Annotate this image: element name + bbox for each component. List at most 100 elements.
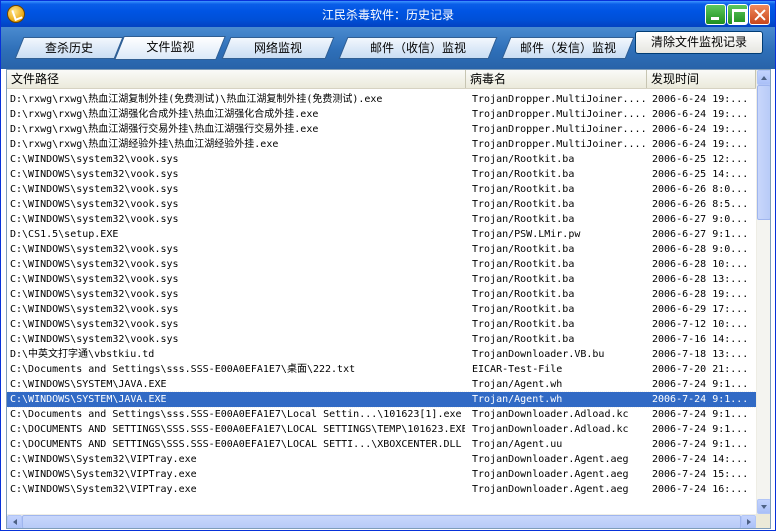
- table-row[interactable]: D:\rxwg\rxwg\热血江湖强行交易外挂\热血江湖强行交易外挂.exe Tr…: [7, 122, 756, 137]
- table-row[interactable]: C:\WINDOWS\System32\VIPTray.exe TrojanDow…: [7, 452, 756, 467]
- file-path-cell: C:\WINDOWS\system32\vook.sys: [10, 259, 179, 270]
- table-row[interactable]: C:\WINDOWS\system32\vook.sys Trojan/Rootk…: [7, 167, 756, 182]
- history-window: 江民杀毒软件：历史记录 查杀历史 文件监视 网络监视 邮件（收信）监视 邮件（发…: [0, 0, 776, 531]
- found-time-cell: 2006-7-24 9:1...: [652, 424, 749, 435]
- virus-name-cell: TrojanDownloader.Adload.kc: [472, 424, 629, 435]
- virus-name-cell: Trojan/Rootkit.ba: [472, 199, 575, 210]
- tab-label: 网络监视: [253, 41, 302, 55]
- virus-name-cell: Trojan/Rootkit.ba: [472, 214, 575, 225]
- found-time-cell: 2006-6-25 14:...: [652, 169, 749, 180]
- table-row[interactable]: C:\WINDOWS\system32\vook.sys Trojan/Rootk…: [7, 272, 756, 287]
- table-row[interactable]: D:\rxwg\rxwg\热血江湖强化合成外挂\热血江湖强化合成外挂.exe Tr…: [7, 107, 756, 122]
- table-row[interactable]: C:\WINDOWS\system32\vook.sys Trojan/Rootk…: [7, 242, 756, 257]
- list-rows: D:\rxwg\rxwg\热血江湖复制外挂(免费测试)\热血江湖复制外挂(免费测…: [7, 92, 757, 497]
- scroll-up-icon[interactable]: [757, 70, 770, 85]
- found-time-cell: 2006-6-27 9:1...: [652, 229, 749, 240]
- found-time-cell: 2006-6-28 10:...: [652, 259, 749, 270]
- file-path-cell: C:\WINDOWS\SYSTEM\JAVA.EXE: [10, 394, 167, 405]
- history-list[interactable]: 文件路径 病毒名 发现时间 D:\rxwg\rxwg\热血江湖复制外挂(免费测试…: [6, 69, 771, 529]
- table-row[interactable]: C:\WINDOWS\system32\vook.sys Trojan/Rootk…: [7, 197, 756, 212]
- table-row[interactable]: C:\WINDOWS\System32\VIPTray.exe TrojanDow…: [7, 482, 756, 497]
- found-time-cell: 2006-6-24 19:...: [652, 124, 749, 135]
- found-time-cell: 2006-7-24 9:1...: [652, 439, 749, 450]
- column-header-virus-name[interactable]: 病毒名: [466, 70, 647, 88]
- virus-name-cell: Trojan/Rootkit.ba: [472, 304, 575, 315]
- virus-name-cell: Trojan/Rootkit.ba: [472, 319, 575, 330]
- file-path-cell: C:\WINDOWS\system32\vook.sys: [10, 184, 179, 195]
- table-row[interactable]: C:\DOCUMENTS AND SETTINGS\SSS.SSS-E00A0E…: [7, 422, 756, 437]
- scroll-down-icon[interactable]: [757, 499, 770, 514]
- virus-name-cell: Trojan/Rootkit.ba: [472, 259, 575, 270]
- virus-name-cell: Trojan/Agent.wh: [472, 394, 563, 405]
- table-row[interactable]: C:\WINDOWS\system32\vook.sys Trojan/Rootk…: [7, 317, 756, 332]
- virus-name-cell: TrojanDropper.MultiJoiner....: [472, 109, 647, 120]
- file-path-cell: D:\CS1.5\setup.EXE: [10, 229, 119, 240]
- column-header-found-time[interactable]: 发现时间: [647, 70, 756, 88]
- table-row[interactable]: C:\WINDOWS\system32\vook.sys Trojan/Rootk…: [7, 182, 756, 197]
- found-time-cell: 2006-6-28 19:...: [652, 289, 749, 300]
- vertical-scrollbar[interactable]: [756, 70, 770, 514]
- table-row[interactable]: D:\rxwg\rxwg\热血江湖经验外挂\热血江湖经验外挂.exe Trojan…: [7, 137, 756, 152]
- scrollbar-corner: [756, 514, 770, 528]
- found-time-cell: 2006-7-24 16:...: [652, 484, 749, 495]
- table-row[interactable]: C:\Documents and Settings\sss.SSS-E00A0E…: [7, 407, 756, 422]
- found-time-cell: 2006-7-24 15:...: [652, 469, 749, 480]
- table-row[interactable]: C:\WINDOWS\system32\vook.sys Trojan/Rootk…: [7, 152, 756, 167]
- table-row[interactable]: C:\WINDOWS\System32\VIPTray.exe TrojanDow…: [7, 467, 756, 482]
- table-row[interactable]: D:\CS1.5\setup.EXE Trojan/PSW.LMir.pw 2006…: [7, 227, 756, 242]
- tab-label: 查杀历史: [44, 41, 93, 55]
- file-path-cell: C:\WINDOWS\system32\vook.sys: [10, 244, 179, 255]
- found-time-cell: 2006-7-12 10:...: [652, 319, 749, 330]
- file-path-cell: C:\WINDOWS\System32\VIPTray.exe: [10, 454, 197, 465]
- file-path-cell: C:\Documents and Settings\sss.SSS-E00A0E…: [10, 364, 356, 375]
- virus-name-cell: TrojanDownloader.Agent.aeg: [472, 469, 629, 480]
- table-row[interactable]: D:\中英文打字通\vbstkiu.td TrojanDownloader.VB.…: [7, 347, 756, 362]
- table-row[interactable]: C:\WINDOWS\system32\vook.sys Trojan/Rootk…: [7, 257, 756, 272]
- title-bar[interactable]: 江民杀毒软件：历史记录: [1, 1, 775, 27]
- column-header-file-path[interactable]: 文件路径: [7, 70, 466, 88]
- tab-scan-history[interactable]: 查杀历史: [14, 37, 124, 59]
- file-path-cell: C:\WINDOWS\system32\vook.sys: [10, 289, 179, 300]
- horizontal-scrollbar[interactable]: [7, 514, 756, 528]
- virus-name-cell: TrojanDownloader.Agent.aeg: [472, 484, 629, 495]
- tab-mail-receive-monitor[interactable]: 邮件（收信）监视: [338, 37, 498, 59]
- table-row[interactable]: C:\WINDOWS\system32\vook.sys Trojan/Rootk…: [7, 302, 756, 317]
- close-button[interactable]: [749, 4, 770, 25]
- found-time-cell: 2006-7-24 9:1...: [652, 394, 749, 405]
- virus-name-cell: TrojanDownloader.Adload.kc: [472, 409, 629, 420]
- virus-name-cell: TrojanDropper.MultiJoiner....: [472, 124, 647, 135]
- table-row[interactable]: C:\WINDOWS\SYSTEM\JAVA.EXE Trojan/Agent.w…: [7, 391, 757, 408]
- table-row[interactable]: C:\DOCUMENTS AND SETTINGS\SSS.SSS-E00A0E…: [7, 437, 756, 452]
- file-path-cell: D:\中英文打字通\vbstkiu.td: [10, 349, 155, 360]
- tab-label: 邮件（发信）监视: [519, 41, 616, 55]
- maximize-button[interactable]: [727, 4, 748, 25]
- virus-name-cell: TrojanDropper.MultiJoiner....: [472, 94, 647, 105]
- clear-file-monitor-records-button[interactable]: 清除文件监视记录: [635, 31, 763, 54]
- table-row[interactable]: D:\rxwg\rxwg\热血江湖复制外挂(免费测试)\热血江湖复制外挂(免费测…: [7, 92, 756, 107]
- file-path-cell: C:\Documents and Settings\sss.SSS-E00A0E…: [10, 409, 462, 420]
- table-row[interactable]: C:\WINDOWS\SYSTEM\JAVA.EXE Trojan/Agent.w…: [7, 377, 756, 392]
- scroll-right-icon[interactable]: [741, 515, 756, 528]
- virus-name-cell: TrojanDownloader.VB.bu: [472, 349, 605, 360]
- found-time-cell: 2006-7-24 14:...: [652, 454, 749, 465]
- table-row[interactable]: C:\WINDOWS\system32\vook.sys Trojan/Rootk…: [7, 332, 756, 347]
- found-time-cell: 2006-6-25 12:...: [652, 154, 749, 165]
- table-row[interactable]: C:\WINDOWS\system32\vook.sys Trojan/Rootk…: [7, 287, 756, 302]
- scroll-left-icon[interactable]: [7, 515, 22, 528]
- tab-network-monitor[interactable]: 网络监视: [221, 37, 335, 59]
- minimize-button[interactable]: [705, 4, 726, 25]
- virus-name-cell: Trojan/Rootkit.ba: [472, 244, 575, 255]
- tab-file-monitor[interactable]: 文件监视: [114, 36, 226, 60]
- tab-mail-send-monitor[interactable]: 邮件（发信）监视: [501, 37, 635, 59]
- vertical-scroll-thumb[interactable]: [757, 85, 770, 220]
- file-path-cell: C:\WINDOWS\system32\vook.sys: [10, 334, 179, 345]
- found-time-cell: 2006-7-24 9:1...: [652, 409, 749, 420]
- table-row[interactable]: C:\WINDOWS\system32\vook.sys Trojan/Rootk…: [7, 212, 756, 227]
- horizontal-scroll-thumb[interactable]: [22, 515, 741, 528]
- virus-name-cell: Trojan/Rootkit.ba: [472, 274, 575, 285]
- virus-name-cell: Trojan/Agent.wh: [472, 379, 563, 390]
- found-time-cell: 2006-6-29 17:...: [652, 304, 749, 315]
- file-path-cell: C:\WINDOWS\system32\vook.sys: [10, 154, 179, 165]
- table-row[interactable]: C:\Documents and Settings\sss.SSS-E00A0E…: [7, 362, 756, 377]
- file-path-cell: C:\WINDOWS\system32\vook.sys: [10, 214, 179, 225]
